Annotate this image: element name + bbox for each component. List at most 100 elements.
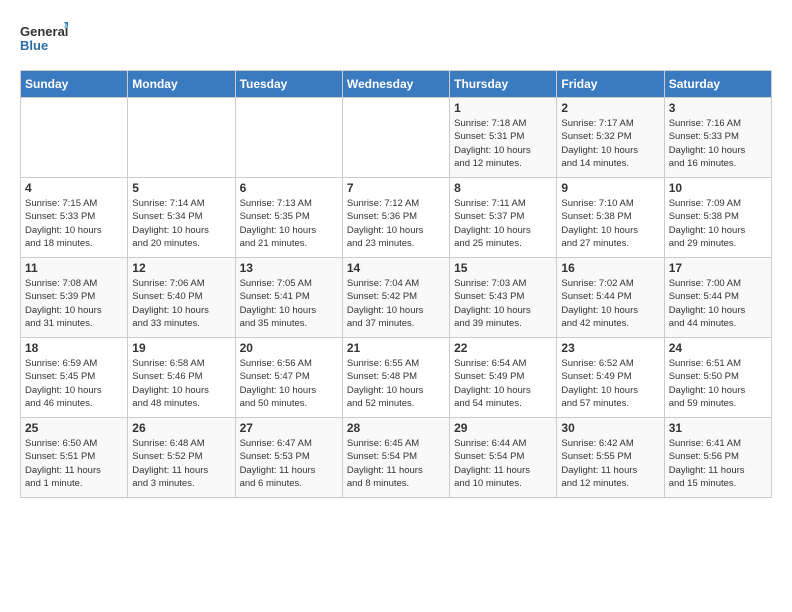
day-info: Sunrise: 7:00 AM Sunset: 5:44 PM Dayligh… [669, 277, 767, 330]
calendar-cell: 7 Sunrise: 7:12 AM Sunset: 5:36 PM Daylig… [342, 178, 449, 258]
day-number: 12 [132, 261, 230, 275]
calendar-cell: 17Sunrise: 7:00 AM Sunset: 5:44 PM Dayli… [664, 258, 771, 338]
day-number: 25 [25, 421, 123, 435]
day-number: 31 [669, 421, 767, 435]
day-info: Sunrise: 7:15 AM Sunset: 5:33 PM Dayligh… [25, 197, 123, 250]
day-number: 1 [454, 101, 552, 115]
calendar-cell: 2 Sunrise: 7:17 AM Sunset: 5:32 PM Daylig… [557, 98, 664, 178]
calendar-cell [342, 98, 449, 178]
day-info: Sunrise: 6:56 AM Sunset: 5:47 PM Dayligh… [240, 357, 338, 410]
calendar-header-row: SundayMondayTuesdayWednesdayThursdayFrid… [21, 71, 772, 98]
calendar-cell: 31 Sunrise: 6:41 AM Sunset: 5:56 PM Dayli… [664, 418, 771, 498]
day-number: 19 [132, 341, 230, 355]
day-info: Sunrise: 6:44 AM Sunset: 5:54 PM Dayligh… [454, 437, 552, 490]
day-number: 16 [561, 261, 659, 275]
calendar-cell: 9 Sunrise: 7:10 AM Sunset: 5:38 PM Daylig… [557, 178, 664, 258]
calendar-cell: 23Sunrise: 6:52 AM Sunset: 5:49 PM Dayli… [557, 338, 664, 418]
day-number: 22 [454, 341, 552, 355]
calendar-cell: 21 Sunrise: 6:55 AM Sunset: 5:48 PM Dayli… [342, 338, 449, 418]
day-info: Sunrise: 7:08 AM Sunset: 5:39 PM Dayligh… [25, 277, 123, 330]
calendar-cell: 30 Sunrise: 6:42 AM Sunset: 5:55 PM Dayli… [557, 418, 664, 498]
day-number: 3 [669, 101, 767, 115]
header-monday: Monday [128, 71, 235, 98]
day-number: 14 [347, 261, 445, 275]
header-thursday: Thursday [450, 71, 557, 98]
page-header: General Blue [20, 20, 772, 60]
calendar-cell: 8 Sunrise: 7:11 AM Sunset: 5:37 PM Daylig… [450, 178, 557, 258]
day-info: Sunrise: 6:50 AM Sunset: 5:51 PM Dayligh… [25, 437, 123, 490]
day-info: Sunrise: 7:17 AM Sunset: 5:32 PM Dayligh… [561, 117, 659, 170]
day-info: Sunrise: 7:06 AM Sunset: 5:40 PM Dayligh… [132, 277, 230, 330]
header-sunday: Sunday [21, 71, 128, 98]
day-number: 29 [454, 421, 552, 435]
header-friday: Friday [557, 71, 664, 98]
calendar-cell: 22 Sunrise: 6:54 AM Sunset: 5:49 PM Dayli… [450, 338, 557, 418]
day-info: Sunrise: 6:58 AM Sunset: 5:46 PM Dayligh… [132, 357, 230, 410]
calendar-cell: 5 Sunrise: 7:14 AM Sunset: 5:34 PM Daylig… [128, 178, 235, 258]
logo: General Blue [20, 20, 68, 60]
calendar-cell: 15 Sunrise: 7:03 AM Sunset: 5:43 PM Dayli… [450, 258, 557, 338]
calendar-cell: 16 Sunrise: 7:02 AM Sunset: 5:44 PM Dayli… [557, 258, 664, 338]
calendar-cell: 25 Sunrise: 6:50 AM Sunset: 5:51 PM Dayli… [21, 418, 128, 498]
day-info: Sunrise: 6:45 AM Sunset: 5:54 PM Dayligh… [347, 437, 445, 490]
day-number: 30 [561, 421, 659, 435]
calendar-week-row: 1 Sunrise: 7:18 AM Sunset: 5:31 PM Daylig… [21, 98, 772, 178]
calendar-cell: 3Sunrise: 7:16 AM Sunset: 5:33 PM Daylig… [664, 98, 771, 178]
day-info: Sunrise: 6:55 AM Sunset: 5:48 PM Dayligh… [347, 357, 445, 410]
day-number: 5 [132, 181, 230, 195]
calendar-cell: 28Sunrise: 6:45 AM Sunset: 5:54 PM Dayli… [342, 418, 449, 498]
header-saturday: Saturday [664, 71, 771, 98]
calendar-cell: 20 Sunrise: 6:56 AM Sunset: 5:47 PM Dayli… [235, 338, 342, 418]
day-number: 27 [240, 421, 338, 435]
day-number: 20 [240, 341, 338, 355]
calendar-cell: 1 Sunrise: 7:18 AM Sunset: 5:31 PM Daylig… [450, 98, 557, 178]
calendar-cell: 19 Sunrise: 6:58 AM Sunset: 5:46 PM Dayli… [128, 338, 235, 418]
day-number: 15 [454, 261, 552, 275]
day-number: 18 [25, 341, 123, 355]
calendar-cell: 10Sunrise: 7:09 AM Sunset: 5:38 PM Dayli… [664, 178, 771, 258]
svg-text:Blue: Blue [20, 38, 48, 53]
calendar-cell: 4 Sunrise: 7:15 AM Sunset: 5:33 PM Daylig… [21, 178, 128, 258]
day-info: Sunrise: 6:54 AM Sunset: 5:49 PM Dayligh… [454, 357, 552, 410]
day-number: 21 [347, 341, 445, 355]
day-number: 2 [561, 101, 659, 115]
calendar-cell [21, 98, 128, 178]
logo-icon: General Blue [20, 20, 68, 60]
calendar-cell: 13 Sunrise: 7:05 AM Sunset: 5:41 PM Dayli… [235, 258, 342, 338]
day-info: Sunrise: 7:10 AM Sunset: 5:38 PM Dayligh… [561, 197, 659, 250]
calendar-table: SundayMondayTuesdayWednesdayThursdayFrid… [20, 70, 772, 498]
calendar-cell [235, 98, 342, 178]
day-info: Sunrise: 7:04 AM Sunset: 5:42 PM Dayligh… [347, 277, 445, 330]
day-info: Sunrise: 6:41 AM Sunset: 5:56 PM Dayligh… [669, 437, 767, 490]
day-number: 4 [25, 181, 123, 195]
calendar-week-row: 25 Sunrise: 6:50 AM Sunset: 5:51 PM Dayli… [21, 418, 772, 498]
header-wednesday: Wednesday [342, 71, 449, 98]
svg-text:General: General [20, 24, 68, 39]
day-number: 9 [561, 181, 659, 195]
calendar-week-row: 11Sunrise: 7:08 AM Sunset: 5:39 PM Dayli… [21, 258, 772, 338]
day-info: Sunrise: 7:14 AM Sunset: 5:34 PM Dayligh… [132, 197, 230, 250]
day-number: 8 [454, 181, 552, 195]
day-info: Sunrise: 7:02 AM Sunset: 5:44 PM Dayligh… [561, 277, 659, 330]
day-info: Sunrise: 7:18 AM Sunset: 5:31 PM Dayligh… [454, 117, 552, 170]
day-info: Sunrise: 7:05 AM Sunset: 5:41 PM Dayligh… [240, 277, 338, 330]
logo-container: General Blue [20, 20, 68, 60]
day-info: Sunrise: 7:03 AM Sunset: 5:43 PM Dayligh… [454, 277, 552, 330]
calendar-cell: 11Sunrise: 7:08 AM Sunset: 5:39 PM Dayli… [21, 258, 128, 338]
day-number: 26 [132, 421, 230, 435]
header-tuesday: Tuesday [235, 71, 342, 98]
day-number: 13 [240, 261, 338, 275]
day-info: Sunrise: 7:11 AM Sunset: 5:37 PM Dayligh… [454, 197, 552, 250]
day-info: Sunrise: 6:48 AM Sunset: 5:52 PM Dayligh… [132, 437, 230, 490]
day-info: Sunrise: 6:47 AM Sunset: 5:53 PM Dayligh… [240, 437, 338, 490]
day-number: 23 [561, 341, 659, 355]
day-info: Sunrise: 6:42 AM Sunset: 5:55 PM Dayligh… [561, 437, 659, 490]
day-info: Sunrise: 7:12 AM Sunset: 5:36 PM Dayligh… [347, 197, 445, 250]
day-number: 24 [669, 341, 767, 355]
calendar-cell: 24Sunrise: 6:51 AM Sunset: 5:50 PM Dayli… [664, 338, 771, 418]
day-number: 10 [669, 181, 767, 195]
day-info: Sunrise: 6:59 AM Sunset: 5:45 PM Dayligh… [25, 357, 123, 410]
calendar-cell: 6Sunrise: 7:13 AM Sunset: 5:35 PM Daylig… [235, 178, 342, 258]
day-number: 7 [347, 181, 445, 195]
calendar-cell: 12 Sunrise: 7:06 AM Sunset: 5:40 PM Dayli… [128, 258, 235, 338]
